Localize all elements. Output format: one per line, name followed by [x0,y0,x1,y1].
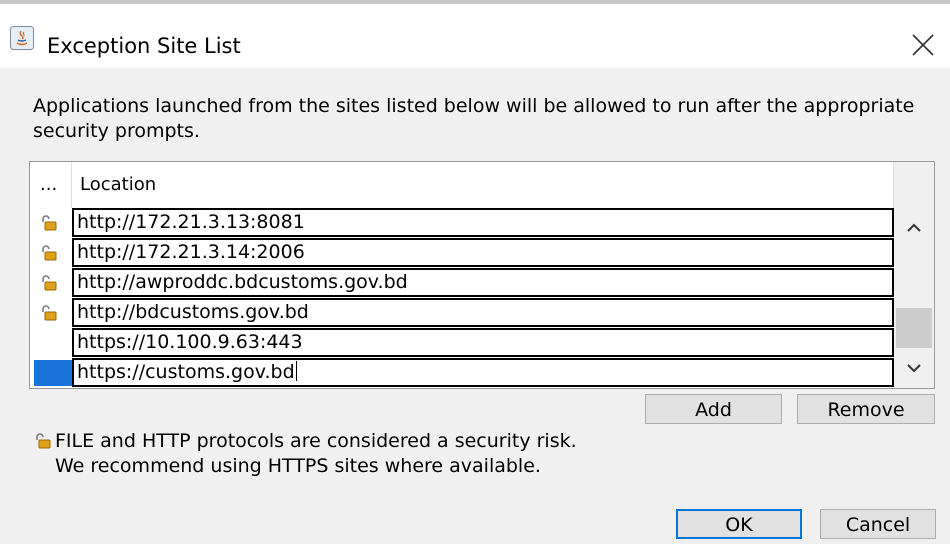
vertical-scrollbar[interactable] [894,208,934,388]
row-marker-selected [34,360,72,386]
location-cell[interactable]: http://bdcustoms.gov.bd [72,298,894,327]
warning-line-2: We recommend using HTTPS sites where ava… [55,455,541,477]
location-cell[interactable]: http://172.21.3.14:2006 [72,238,894,267]
description-text: Applications launched from the sites lis… [33,95,915,142]
ok-button[interactable]: OK [676,509,802,539]
unlocked-padlock-icon [42,275,57,291]
scroll-thumb[interactable] [896,308,932,348]
close-icon [912,34,934,56]
table-row[interactable]: http://172.21.3.13:8081 [30,208,894,238]
row-marker [30,208,72,238]
unlocked-padlock-icon [42,245,57,261]
table-row[interactable]: http://172.21.3.14:2006 [30,238,894,268]
scroll-up-button[interactable] [894,208,934,248]
column-header-marker[interactable]: ... [30,162,72,208]
location-cell-editing[interactable]: https://customs.gov.bd [72,358,894,387]
warning-line-1: FILE and HTTP protocols are considered a… [55,430,577,452]
location-cell[interactable]: http://172.21.3.13:8081 [72,208,894,237]
row-marker [30,298,72,328]
title-bar: Exception Site List [0,4,950,68]
row-marker [30,238,72,268]
table-row[interactable]: https://10.100.9.63:443 [30,328,894,358]
unlocked-padlock-icon [42,305,57,321]
close-button[interactable] [908,30,938,60]
table-rows: http://172.21.3.13:8081 http://172.21.3.… [30,208,894,388]
location-cell-text: https://customs.gov.bd [77,361,295,383]
chevron-down-icon [907,364,921,373]
chevron-up-icon [907,223,921,232]
table-row-selected[interactable]: https://customs.gov.bd [30,358,894,388]
exception-site-table: ... Location http://172.21.3.13:8081 htt… [29,161,935,389]
row-marker [30,328,72,358]
add-button[interactable]: Add [645,394,782,424]
scroll-down-button[interactable] [894,348,934,388]
unlocked-padlock-icon [36,433,51,449]
cancel-button[interactable]: Cancel [820,509,936,539]
security-warning: FILE and HTTP protocols are considered a… [55,429,577,479]
row-marker [30,268,72,298]
header-corner [894,162,934,208]
column-header-location[interactable]: Location [72,162,894,208]
location-cell[interactable]: http://awproddc.bdcustoms.gov.bd [72,268,894,297]
remove-button[interactable]: Remove [797,394,935,424]
java-icon [10,26,34,50]
window-title: Exception Site List [47,34,241,58]
table-row[interactable]: http://bdcustoms.gov.bd [30,298,894,328]
text-caret [295,361,297,381]
location-cell[interactable]: https://10.100.9.63:443 [72,328,894,357]
unlocked-padlock-icon [42,215,57,231]
table-row[interactable]: http://awproddc.bdcustoms.gov.bd [30,268,894,298]
